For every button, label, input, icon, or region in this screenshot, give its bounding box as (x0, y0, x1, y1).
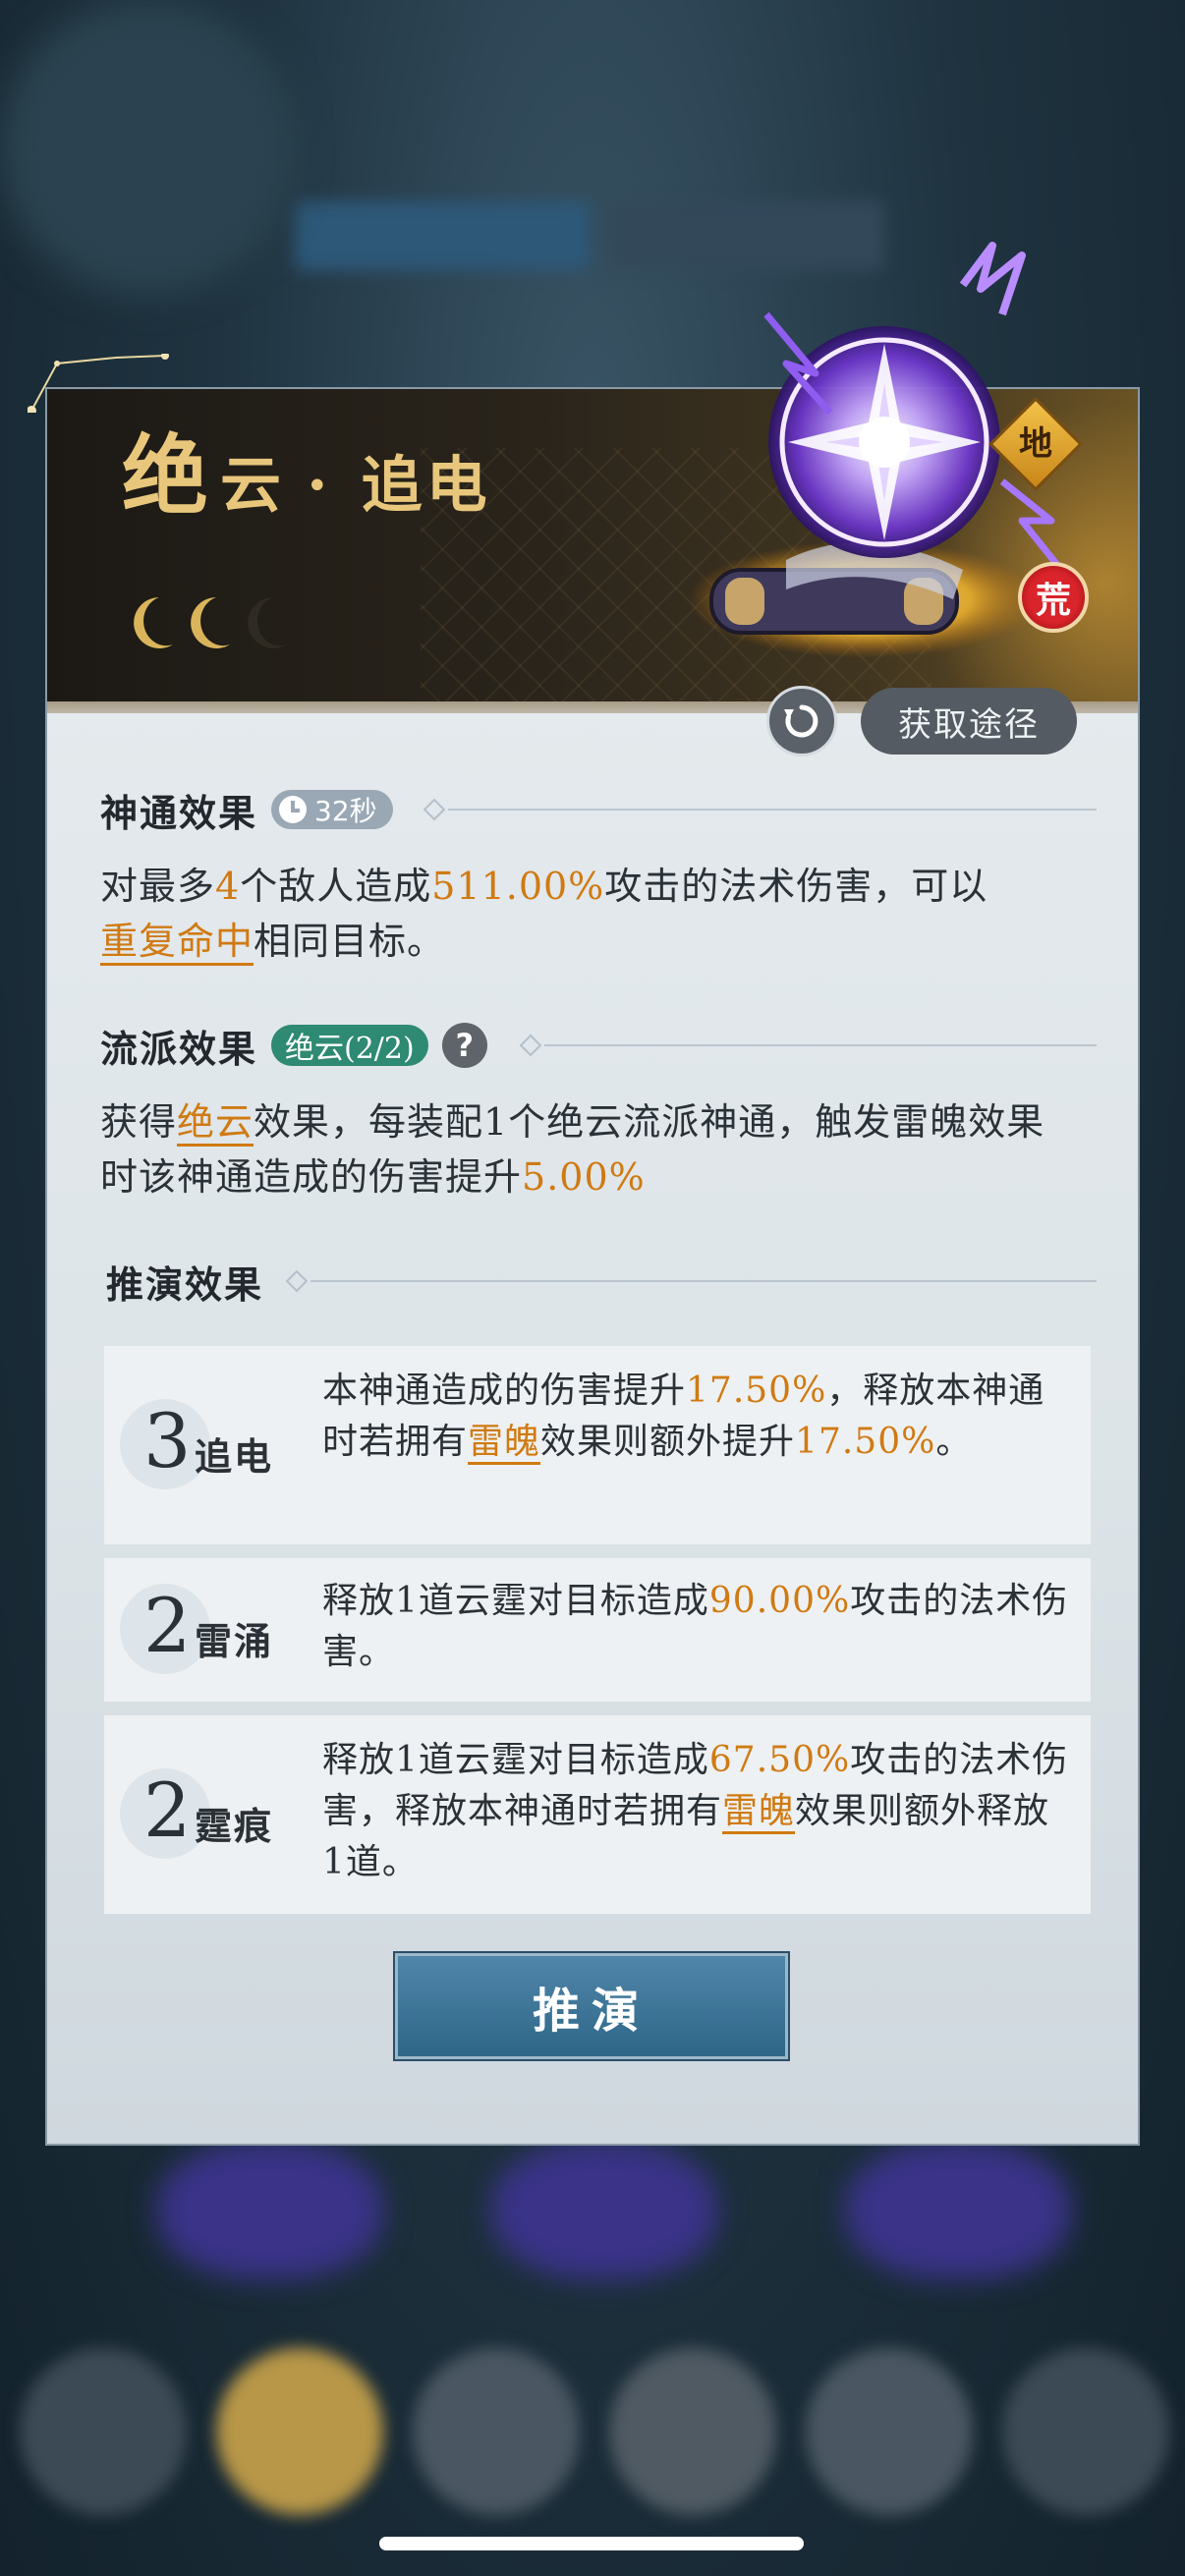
cooldown-badge: 32秒 (271, 790, 393, 829)
help-icon[interactable]: ? (441, 1023, 487, 1068)
deduce-button[interactable]: 推演 (393, 1951, 790, 2061)
background-tab (295, 201, 590, 270)
background-figure (845, 2142, 1071, 2279)
refresh-button[interactable] (766, 686, 837, 756)
background-avatar (609, 2348, 776, 2515)
school-effect-text: 获得绝云效果，每装配1个绝云流派神通，触发雷魄效果时该神通造成的伤害提升5.00… (100, 1100, 1045, 1199)
acquire-source-button[interactable]: 获取途径 (861, 688, 1077, 755)
refresh-icon (784, 704, 818, 738)
background-avatar (1002, 2348, 1169, 2515)
grade-badge: 荒 (1018, 562, 1089, 633)
background-figure (491, 2142, 717, 2279)
school-badge: 绝云(2/2) (271, 1025, 428, 1066)
deduction-row-leiyong[interactable]: 2 雷涌 释放1道云霆对目标造成90.00%攻击的法术伤害。 (104, 1558, 1091, 1702)
jueyun-link[interactable]: 绝云 (177, 1100, 254, 1147)
background-avatar (413, 2348, 580, 2515)
deduction-header: 推演效果 (106, 1261, 264, 1307)
moon-empty-icon (248, 597, 287, 648)
star-moons (134, 597, 287, 648)
moon-filled-icon (191, 597, 230, 648)
moon-filled-icon (134, 597, 173, 648)
background-foliage (0, 0, 295, 295)
home-indicator[interactable] (379, 2537, 804, 2550)
background-avatar (216, 2348, 383, 2515)
background-avatar (20, 2348, 187, 2515)
background-avatar (806, 2348, 973, 2515)
deduction-row-zhuidian[interactable]: 3 追电 本神通造成的伤害提升17.50%，释放本神通时若拥有雷魄效果则额外提升… (104, 1346, 1091, 1544)
clock-icon (279, 796, 308, 823)
divine-effect-header: 神通效果 32秒 (100, 782, 393, 837)
school-effect-header: 流派效果 绝云(2/2) ? (100, 1018, 487, 1073)
divine-effect-text: 对最多4个敌人造成511.00%攻击的法术伤害，可以 重复命中相同目标。 (100, 859, 1073, 969)
background-figure (157, 2142, 383, 2279)
skill-title: 绝 云 · 追电 (122, 424, 491, 527)
deduction-row-tinghen[interactable]: 2 霆痕 释放1道云霆对目标造成67.50%攻击的法术伤害，释放本神通时若拥有雷… (104, 1715, 1091, 1914)
leipo-link[interactable]: 雷魄 (468, 1422, 541, 1465)
repeat-hit-link[interactable]: 重复命中 (100, 920, 254, 966)
leipo-link[interactable]: 雷魄 (722, 1791, 796, 1834)
